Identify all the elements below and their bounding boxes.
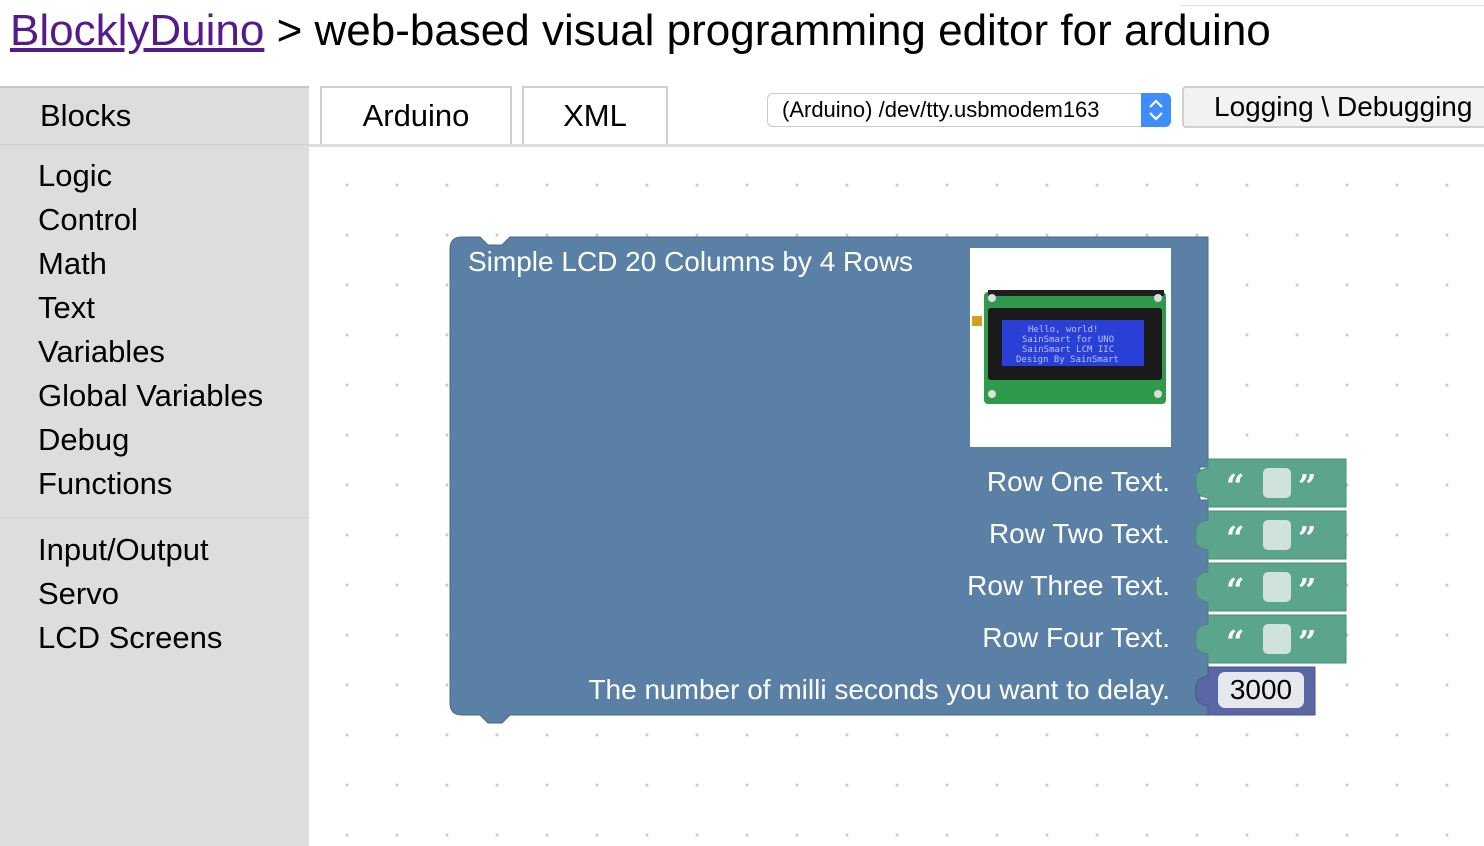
row-two-label: Row Two Text. bbox=[988, 518, 1170, 549]
lcd-block-title: Simple LCD 20 Columns by 4 Rows bbox=[468, 246, 914, 277]
row-two-text-block[interactable] bbox=[1195, 510, 1347, 560]
close-quote-icon: ” bbox=[1298, 467, 1316, 505]
delay-value-field[interactable]: 3000 bbox=[1218, 672, 1304, 708]
delay-label: The number of milli seconds you want to … bbox=[588, 674, 1170, 705]
open-quote-icon: “ bbox=[1226, 467, 1244, 505]
close-quote-icon: ” bbox=[1298, 623, 1316, 661]
row-four-text-block[interactable] bbox=[1195, 614, 1347, 664]
lcd-line-3: SainSmart LCM IIC bbox=[1022, 345, 1114, 355]
lcd-line-2: SainSmart for UNO bbox=[1022, 335, 1114, 345]
row-three-label: Row Three Text. bbox=[967, 570, 1170, 601]
close-quote-icon: ” bbox=[1298, 519, 1316, 557]
lcd-block-shapes: “ ” “ ” “ ” “ ” bbox=[449, 236, 1347, 724]
lcd-module-image: Hello, world! SainSmart for UNO SainSmar… bbox=[970, 248, 1171, 447]
lcd-line-4: Design By SainSmart bbox=[1016, 355, 1119, 365]
close-quote-icon: ” bbox=[1298, 571, 1316, 609]
open-quote-icon: “ bbox=[1226, 571, 1244, 609]
open-quote-icon: “ bbox=[1226, 519, 1244, 557]
lcd-line-1: Hello, world! bbox=[1028, 325, 1098, 335]
row-one-text-block[interactable] bbox=[1195, 458, 1347, 508]
open-quote-icon: “ bbox=[1226, 623, 1244, 661]
row-four-label: Row Four Text. bbox=[982, 622, 1170, 653]
row-one-label: Row One Text. bbox=[986, 466, 1170, 497]
row-three-text-block[interactable] bbox=[1195, 562, 1347, 612]
